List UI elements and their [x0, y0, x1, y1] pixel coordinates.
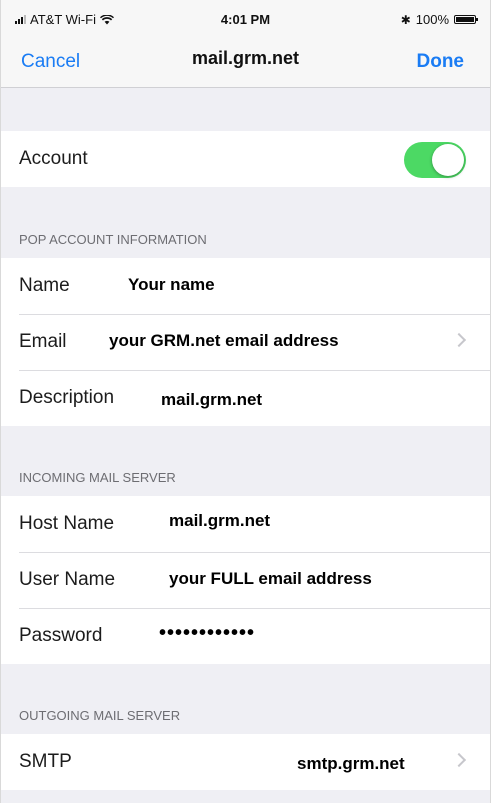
- smtp-row[interactable]: SMTP smtp.grm.net: [1, 734, 490, 790]
- user-row[interactable]: User Name your FULL email address: [1, 552, 490, 608]
- password-field[interactable]: ••••••••••••: [159, 622, 255, 645]
- battery-percent: 100%: [415, 12, 449, 27]
- chevron-right-icon: [451, 752, 467, 768]
- account-group: Account: [1, 131, 490, 187]
- section-header-outgoing: OUTGOING MAIL SERVER: [19, 708, 181, 723]
- section-header-pop: POP ACCOUNT INFORMATION: [19, 232, 207, 247]
- description-field[interactable]: mail.grm.net: [161, 390, 262, 410]
- host-field[interactable]: mail.grm.net: [169, 511, 270, 531]
- account-row: Account: [1, 131, 490, 187]
- user-label: User Name: [19, 569, 116, 590]
- phone-screen: AT&T Wi-Fi 4:01 PM ✱ 100% Cancel mail.gr…: [0, 0, 491, 803]
- description-label: Description: [19, 387, 115, 408]
- description-row[interactable]: Description mail.grm.net: [1, 370, 490, 426]
- toggle-knob: [432, 144, 464, 176]
- battery-icon: [454, 15, 478, 24]
- account-toggle[interactable]: [404, 142, 466, 178]
- user-field[interactable]: your FULL email address: [169, 569, 372, 589]
- password-row[interactable]: Password ••••••••••••: [1, 608, 490, 664]
- bluetooth-icon: ✱: [400, 12, 411, 27]
- smtp-label: SMTP: [19, 751, 72, 772]
- host-label: Host Name: [19, 513, 115, 534]
- password-label: Password: [19, 625, 103, 646]
- email-field[interactable]: your GRM.net email address: [109, 331, 339, 351]
- outgoing-group: SMTP smtp.grm.net: [1, 734, 490, 790]
- status-bar: AT&T Wi-Fi 4:01 PM ✱ 100%: [1, 0, 490, 38]
- incoming-group: Host Name mail.grm.net User Name your FU…: [1, 496, 490, 664]
- done-button[interactable]: Done: [417, 51, 465, 73]
- account-label: Account: [19, 148, 88, 169]
- pop-group: Name Your name Email your GRM.net email …: [1, 258, 490, 426]
- chevron-right-icon: [451, 332, 467, 348]
- nav-bar: Cancel mail.grm.net Done: [1, 38, 490, 88]
- name-field[interactable]: Your name: [128, 275, 215, 295]
- email-row[interactable]: Email your GRM.net email address: [1, 314, 490, 370]
- section-header-incoming: INCOMING MAIL SERVER: [19, 470, 176, 485]
- email-label: Email: [19, 331, 67, 352]
- name-label: Name: [19, 275, 70, 296]
- status-right: ✱ 100%: [400, 12, 478, 27]
- name-row[interactable]: Name Your name: [1, 258, 490, 314]
- host-row[interactable]: Host Name mail.grm.net: [1, 496, 490, 552]
- smtp-value: smtp.grm.net: [297, 754, 405, 773]
